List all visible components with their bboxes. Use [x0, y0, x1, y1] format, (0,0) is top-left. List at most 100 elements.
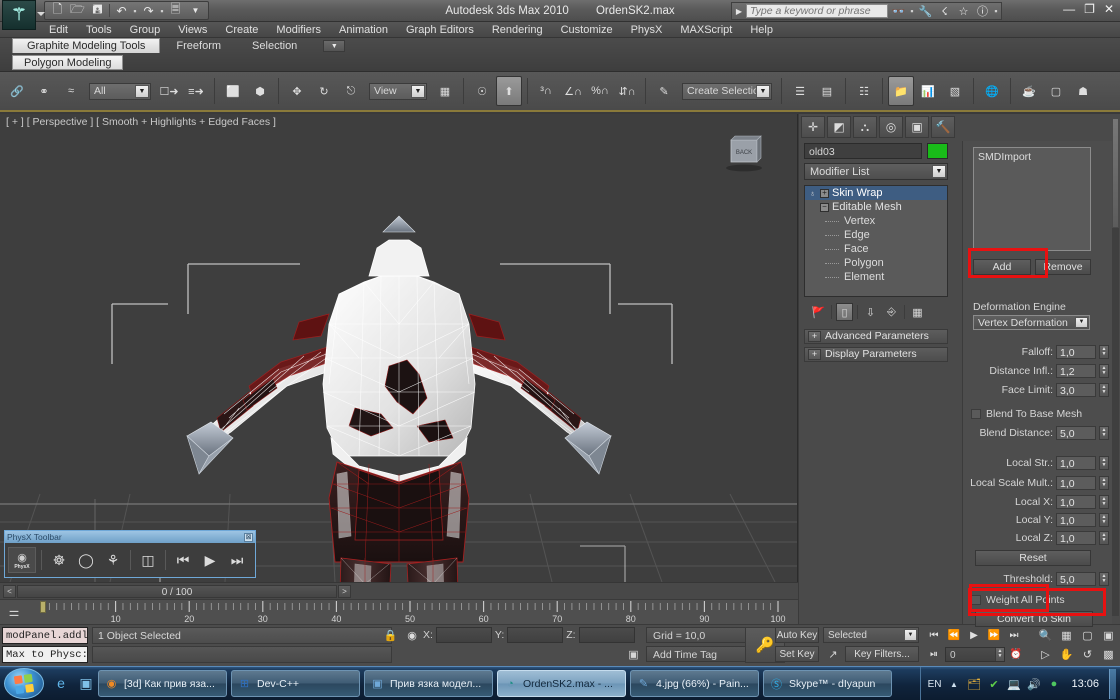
paint-select-icon[interactable]: ⬢ [247, 76, 273, 106]
menu-item-animation[interactable]: Animation [330, 22, 397, 38]
key-filters-button[interactable]: Key Filters... [845, 646, 919, 662]
rollout-display-parameters[interactable]: + Display Parameters [804, 347, 948, 362]
next-frame-icon[interactable]: ⏩ [985, 627, 1003, 643]
menu-item-edit[interactable]: Edit [40, 22, 77, 38]
threshold-field[interactable]: 5,0 [1056, 571, 1096, 586]
align-icon[interactable]: ▤ [814, 76, 840, 106]
application-menu-caret-icon[interactable] [37, 12, 45, 16]
cloth-icon[interactable]: ⚘ [101, 547, 125, 573]
percent-snap-icon[interactable]: %∩ [587, 76, 613, 106]
add-time-tag-button[interactable]: Add Time Tag [646, 646, 760, 662]
taskbar-item[interactable]: ✎ 4.jpg (66%) - Pain... [630, 670, 759, 697]
object-name-field[interactable]: old03 [804, 143, 922, 159]
time-cursor[interactable] [40, 601, 46, 613]
spinner-arrows-icon[interactable]: ▲ ▼ [1099, 571, 1109, 586]
restore-button[interactable]: ❐ [1084, 3, 1095, 15]
step-forward-icon[interactable]: ⏭ [225, 547, 249, 573]
save-disk-icon[interactable]: 🖪 [88, 2, 107, 19]
chevron-down-icon[interactable]: ▼ [904, 629, 917, 641]
play-icon[interactable]: ▶ [965, 627, 983, 643]
help-icon[interactable]: ⓘ [974, 4, 991, 19]
ribbon-tab-freeform[interactable]: Freeform [161, 38, 236, 53]
open-folder-icon[interactable]: 🗁 [68, 2, 87, 19]
render-setup-icon[interactable]: ☕ [1016, 76, 1042, 106]
antivirus-icon[interactable]: ● [1046, 677, 1061, 692]
modifier-stack-item-polygon[interactable]: Polygon [805, 256, 947, 270]
particles-icon[interactable]: ◫ [136, 547, 160, 573]
chevron-down-icon[interactable]: ▼ [186, 2, 205, 19]
reactor-icon[interactable]: ▧ [942, 76, 968, 106]
face-limit-field[interactable]: 3,0 [1056, 382, 1096, 397]
spinner-arrows-icon[interactable]: ▲ ▼ [1099, 363, 1109, 378]
create-tab[interactable]: ✛ [801, 116, 825, 138]
local-scale-mult-field[interactable]: 1,0 [1056, 475, 1096, 490]
show-desktop-icon[interactable]: ▣ [77, 674, 95, 692]
remove-modifier-icon[interactable]: ⎆ [883, 303, 900, 321]
view-cube[interactable]: BACK [721, 130, 767, 176]
minimize-button[interactable]: — [1063, 3, 1075, 15]
menu-item-views[interactable]: Views [169, 22, 216, 38]
clock[interactable]: 13:06 [1066, 678, 1104, 690]
collapse-minus-icon[interactable]: − [820, 202, 829, 212]
snap-toggle-icon[interactable]: ³∩ [533, 76, 559, 106]
spinner-arrows-icon[interactable]: ▲ ▼ [1099, 382, 1109, 397]
satellite-icon[interactable]: ☇ [936, 4, 953, 19]
coord-y-field[interactable] [507, 627, 564, 643]
help-dropdown-icon[interactable]: ▪ [993, 6, 999, 16]
light-bulb-icon[interactable]: ♁ [808, 189, 817, 198]
physx-toolbar-titlebar[interactable]: PhysX Toolbar ⊠ [5, 531, 255, 543]
rollout-advanced-parameters[interactable]: + Advanced Parameters [804, 329, 948, 344]
expand-icon[interactable] [808, 203, 817, 212]
menu-item-rendering[interactable]: Rendering [483, 22, 552, 38]
subobject-filter-combo[interactable]: All ▼ [89, 82, 151, 100]
application-menu-button[interactable]: ⚚ [2, 0, 36, 30]
track-bar[interactable]: ⚌ 10 20 30 40 50 60 70 80 90 100 [0, 599, 798, 624]
binoculars-icon[interactable]: 👓 [890, 4, 907, 19]
menu-item-graph-editors[interactable]: Graph Editors [397, 22, 483, 38]
configure-modifier-sets-icon[interactable]: ▦ [909, 303, 926, 321]
physx-toolbar[interactable]: PhysX Toolbar ⊠ ◉ PhysX ☸ ◯ ⚘ ◫ ⏮ ▶ ⏭ [4, 530, 256, 578]
spinner-arrows-icon[interactable]: ▲ ▼ [1099, 530, 1109, 545]
spinner-arrows-icon[interactable]: ▲ ▼ [995, 647, 1004, 661]
blend-to-base-mesh-row[interactable]: Blend To Base Mesh [971, 407, 1082, 421]
rendered-frame-window-icon[interactable]: ▢ [1043, 76, 1069, 106]
set-key-curve-icon[interactable]: ↗ [823, 646, 843, 662]
taskbar-item[interactable]: ◔ OrdenSK2.max - ... [497, 670, 626, 697]
close-button[interactable]: ✕ [1104, 3, 1114, 15]
blend-to-base-mesh-checkbox[interactable] [971, 409, 981, 419]
layer-manager-icon[interactable]: ☷ [851, 76, 877, 106]
spinner-arrows-icon[interactable]: ▲ ▼ [1099, 494, 1109, 509]
current-frame-spinner[interactable]: 0 ▲ ▼ [945, 646, 1005, 662]
deformation-engine-combo[interactable]: Vertex Deformation ▼ [973, 315, 1090, 330]
menu-item-modifiers[interactable]: Modifiers [267, 22, 330, 38]
taskbar-item[interactable]: ⊞ Dev-C++ [231, 670, 360, 697]
coord-x-field[interactable] [435, 627, 492, 643]
material-editor-icon[interactable]: 🌐 [979, 76, 1005, 106]
select-by-name-icon[interactable]: ≡➜ [183, 76, 209, 106]
maximize-viewport-icon[interactable]: ▩ [1099, 646, 1118, 663]
spinner-snap-icon[interactable]: ⇵∩ [614, 76, 640, 106]
set-key-icon[interactable]: 🗏 [166, 2, 185, 19]
time-slider[interactable]: < 0 / 100 > [0, 582, 798, 599]
show-desktop-button[interactable] [1109, 669, 1116, 699]
motion-tab[interactable]: ◎ [879, 116, 903, 138]
lock-icon[interactable]: 🔒 [383, 628, 398, 643]
chevron-down-icon[interactable]: ▼ [1075, 317, 1088, 328]
spinner-arrows-icon[interactable]: ▲ ▼ [1099, 344, 1109, 359]
expand-icon[interactable]: + [808, 331, 821, 342]
symmetry-tools-icon[interactable]: ≈ [58, 76, 84, 106]
updates-icon[interactable]: 🗂 [966, 677, 981, 692]
modify-tab[interactable]: ◩ [827, 116, 851, 138]
capsule-icon[interactable]: ◯ [74, 547, 98, 573]
star-icon[interactable]: ☆ [955, 4, 972, 19]
ribbon-tab-selection[interactable]: Selection [237, 38, 312, 53]
play-icon[interactable]: ▶ [198, 547, 222, 573]
zoom-all-icon[interactable]: ▦ [1057, 627, 1076, 644]
reset-button[interactable]: Reset [975, 550, 1091, 566]
maxscript-listener-field[interactable]: modPanel.addl [2, 627, 88, 644]
redo-dropdown-icon[interactable]: ▪ [159, 6, 165, 16]
modifier-stack-item-edge[interactable]: Edge [805, 228, 947, 242]
new-file-icon[interactable]: 🗋 [48, 2, 67, 19]
next-frame-button[interactable]: > [338, 584, 351, 598]
modifier-stack-item-vertex[interactable]: Vertex [805, 214, 947, 228]
